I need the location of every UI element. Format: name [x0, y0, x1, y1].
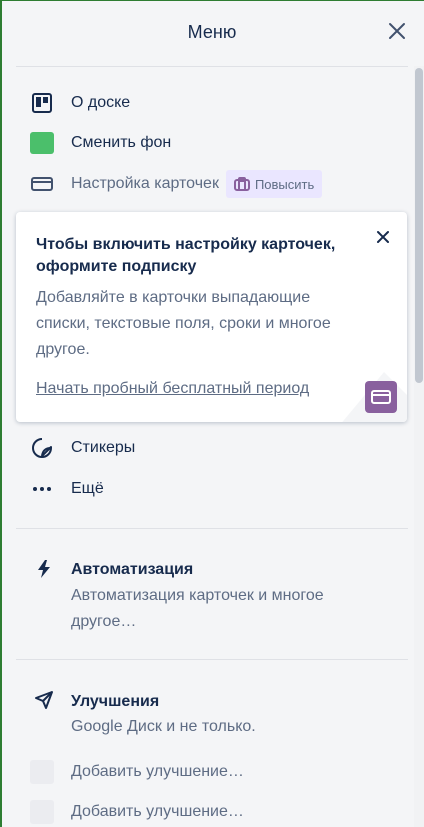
popup-title: Чтобы включить настройку карточек, оформ… — [36, 236, 336, 275]
automation-desc: Автоматизация карточек и многое другое… — [71, 587, 324, 630]
automation-title[interactable]: Автоматизация — [71, 561, 193, 579]
powerups-title[interactable]: Улучшения — [71, 693, 159, 711]
powerups-desc: Google Диск и не только. — [71, 718, 256, 735]
rocket-icon — [32, 688, 56, 712]
menu-header: Меню — [0, 0, 424, 66]
menu-item-label: Ещё — [71, 480, 104, 497]
background-swatch — [30, 131, 54, 155]
menu-item-more[interactable]: Ещё — [30, 475, 104, 503]
scrollbar-thumb[interactable] — [415, 68, 423, 383]
add-powerup-button[interactable]: Добавить улучшение… — [30, 759, 244, 785]
powerup-placeholder-icon — [30, 760, 54, 784]
add-powerup-label: Добавить улучшение… — [71, 763, 244, 780]
upgrade-popup: Чтобы включить настройку карточек, оформ… — [16, 212, 407, 422]
menu-item-card-settings[interactable]: Настройка карточек Повысить — [30, 170, 323, 198]
add-powerup-label: Добавить улучшение… — [71, 803, 244, 820]
board-icon — [30, 91, 54, 115]
more-icon — [30, 477, 54, 501]
menu-item-change-bg[interactable]: Сменить фон — [30, 129, 171, 157]
popup-body: Добавляйте в карточки выпадающие списки,… — [36, 289, 331, 358]
card-illustration-icon — [365, 381, 397, 413]
sticker-icon — [30, 436, 54, 460]
menu-item-label: Сменить фон — [71, 134, 172, 151]
close-icon[interactable] — [386, 20, 408, 42]
window-left-border — [0, 0, 2, 827]
lightning-icon — [32, 557, 56, 581]
upgrade-badge-label: Повысить — [254, 176, 315, 192]
menu-item-stickers[interactable]: Стикеры — [30, 434, 135, 462]
menu-item-about[interactable]: О доске — [30, 89, 130, 117]
section-divider — [16, 528, 408, 529]
popup-close-icon[interactable] — [376, 230, 390, 244]
upgrade-icon — [233, 177, 250, 191]
menu-item-label: О доске — [71, 94, 131, 111]
menu-title: Меню — [187, 22, 237, 42]
menu-item-label: Стикеры — [71, 439, 136, 456]
start-trial-link[interactable]: Начать пробный бесплатный период — [36, 380, 309, 398]
powerup-placeholder-icon — [30, 800, 54, 824]
header-divider — [16, 66, 408, 67]
upgrade-badge[interactable]: Повысить — [225, 170, 323, 198]
section-divider — [16, 659, 408, 660]
add-powerup-button[interactable]: Добавить улучшение… — [30, 799, 244, 825]
menu-item-label: Настройка карточек — [71, 175, 219, 192]
card-icon — [30, 172, 54, 196]
